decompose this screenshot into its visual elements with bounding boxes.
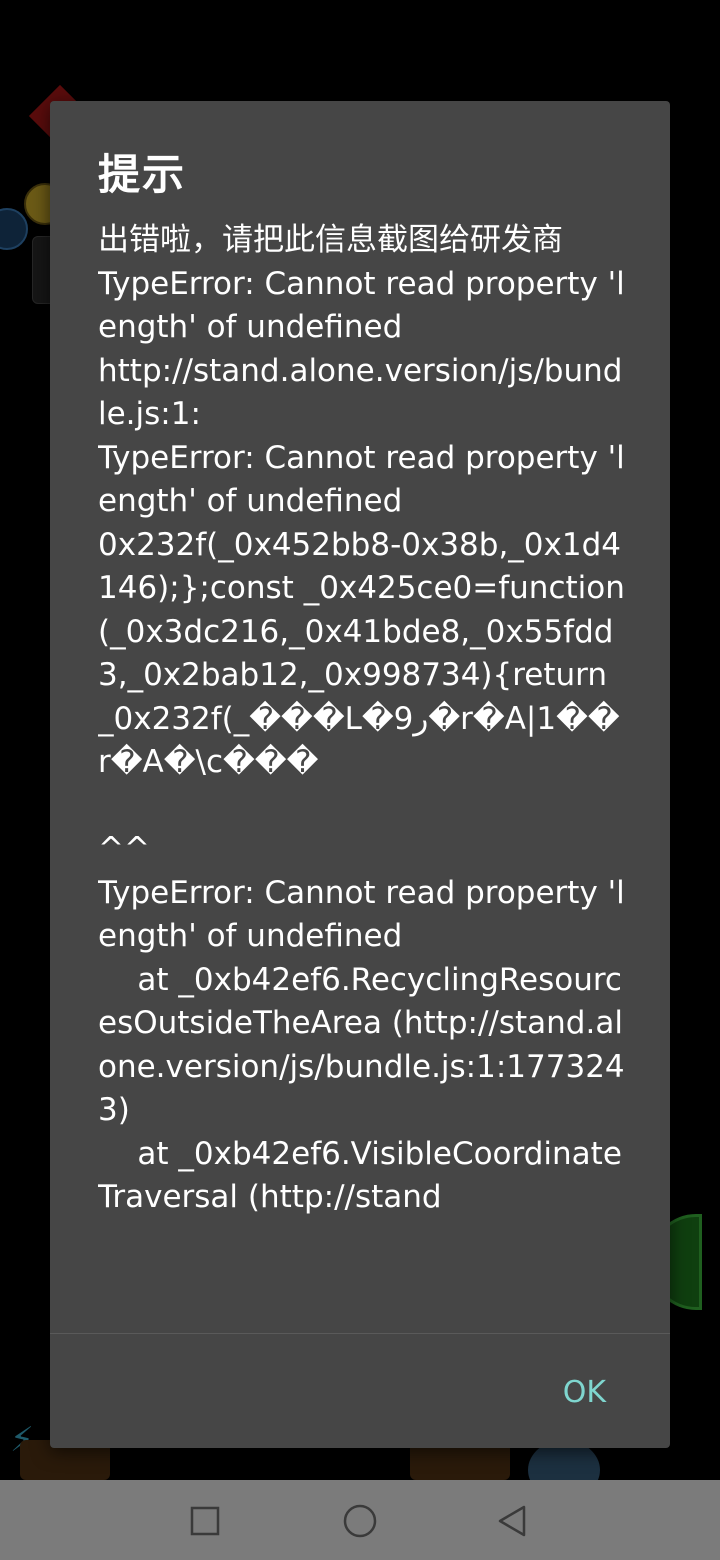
dialog-divider (50, 1333, 670, 1334)
dialog-message-scroll[interactable]: 出错啦，请把此信息截图给研发商 TypeError: Cannot read p… (98, 219, 628, 1333)
circle-icon (343, 1504, 377, 1538)
home-button[interactable] (337, 1498, 383, 1544)
back-button[interactable] (489, 1498, 535, 1544)
triangle-back-icon (498, 1505, 526, 1537)
recent-apps-button[interactable] (182, 1498, 228, 1544)
dialog-message: 出错啦，请把此信息截图给研发商 TypeError: Cannot read p… (98, 222, 625, 1215)
game-background-badge (0, 208, 28, 250)
dialog-title: 提示 (98, 150, 187, 199)
square-icon (190, 1506, 220, 1536)
navigation-bar (0, 1480, 720, 1560)
ok-button[interactable]: OK (557, 1371, 612, 1414)
error-dialog: 提示 出错啦，请把此信息截图给研发商 TypeError: Cannot rea… (50, 101, 670, 1448)
screen: ⚡ 提示 出错啦，请把此信息截图给研发商 TypeError: Cannot r… (0, 0, 720, 1560)
